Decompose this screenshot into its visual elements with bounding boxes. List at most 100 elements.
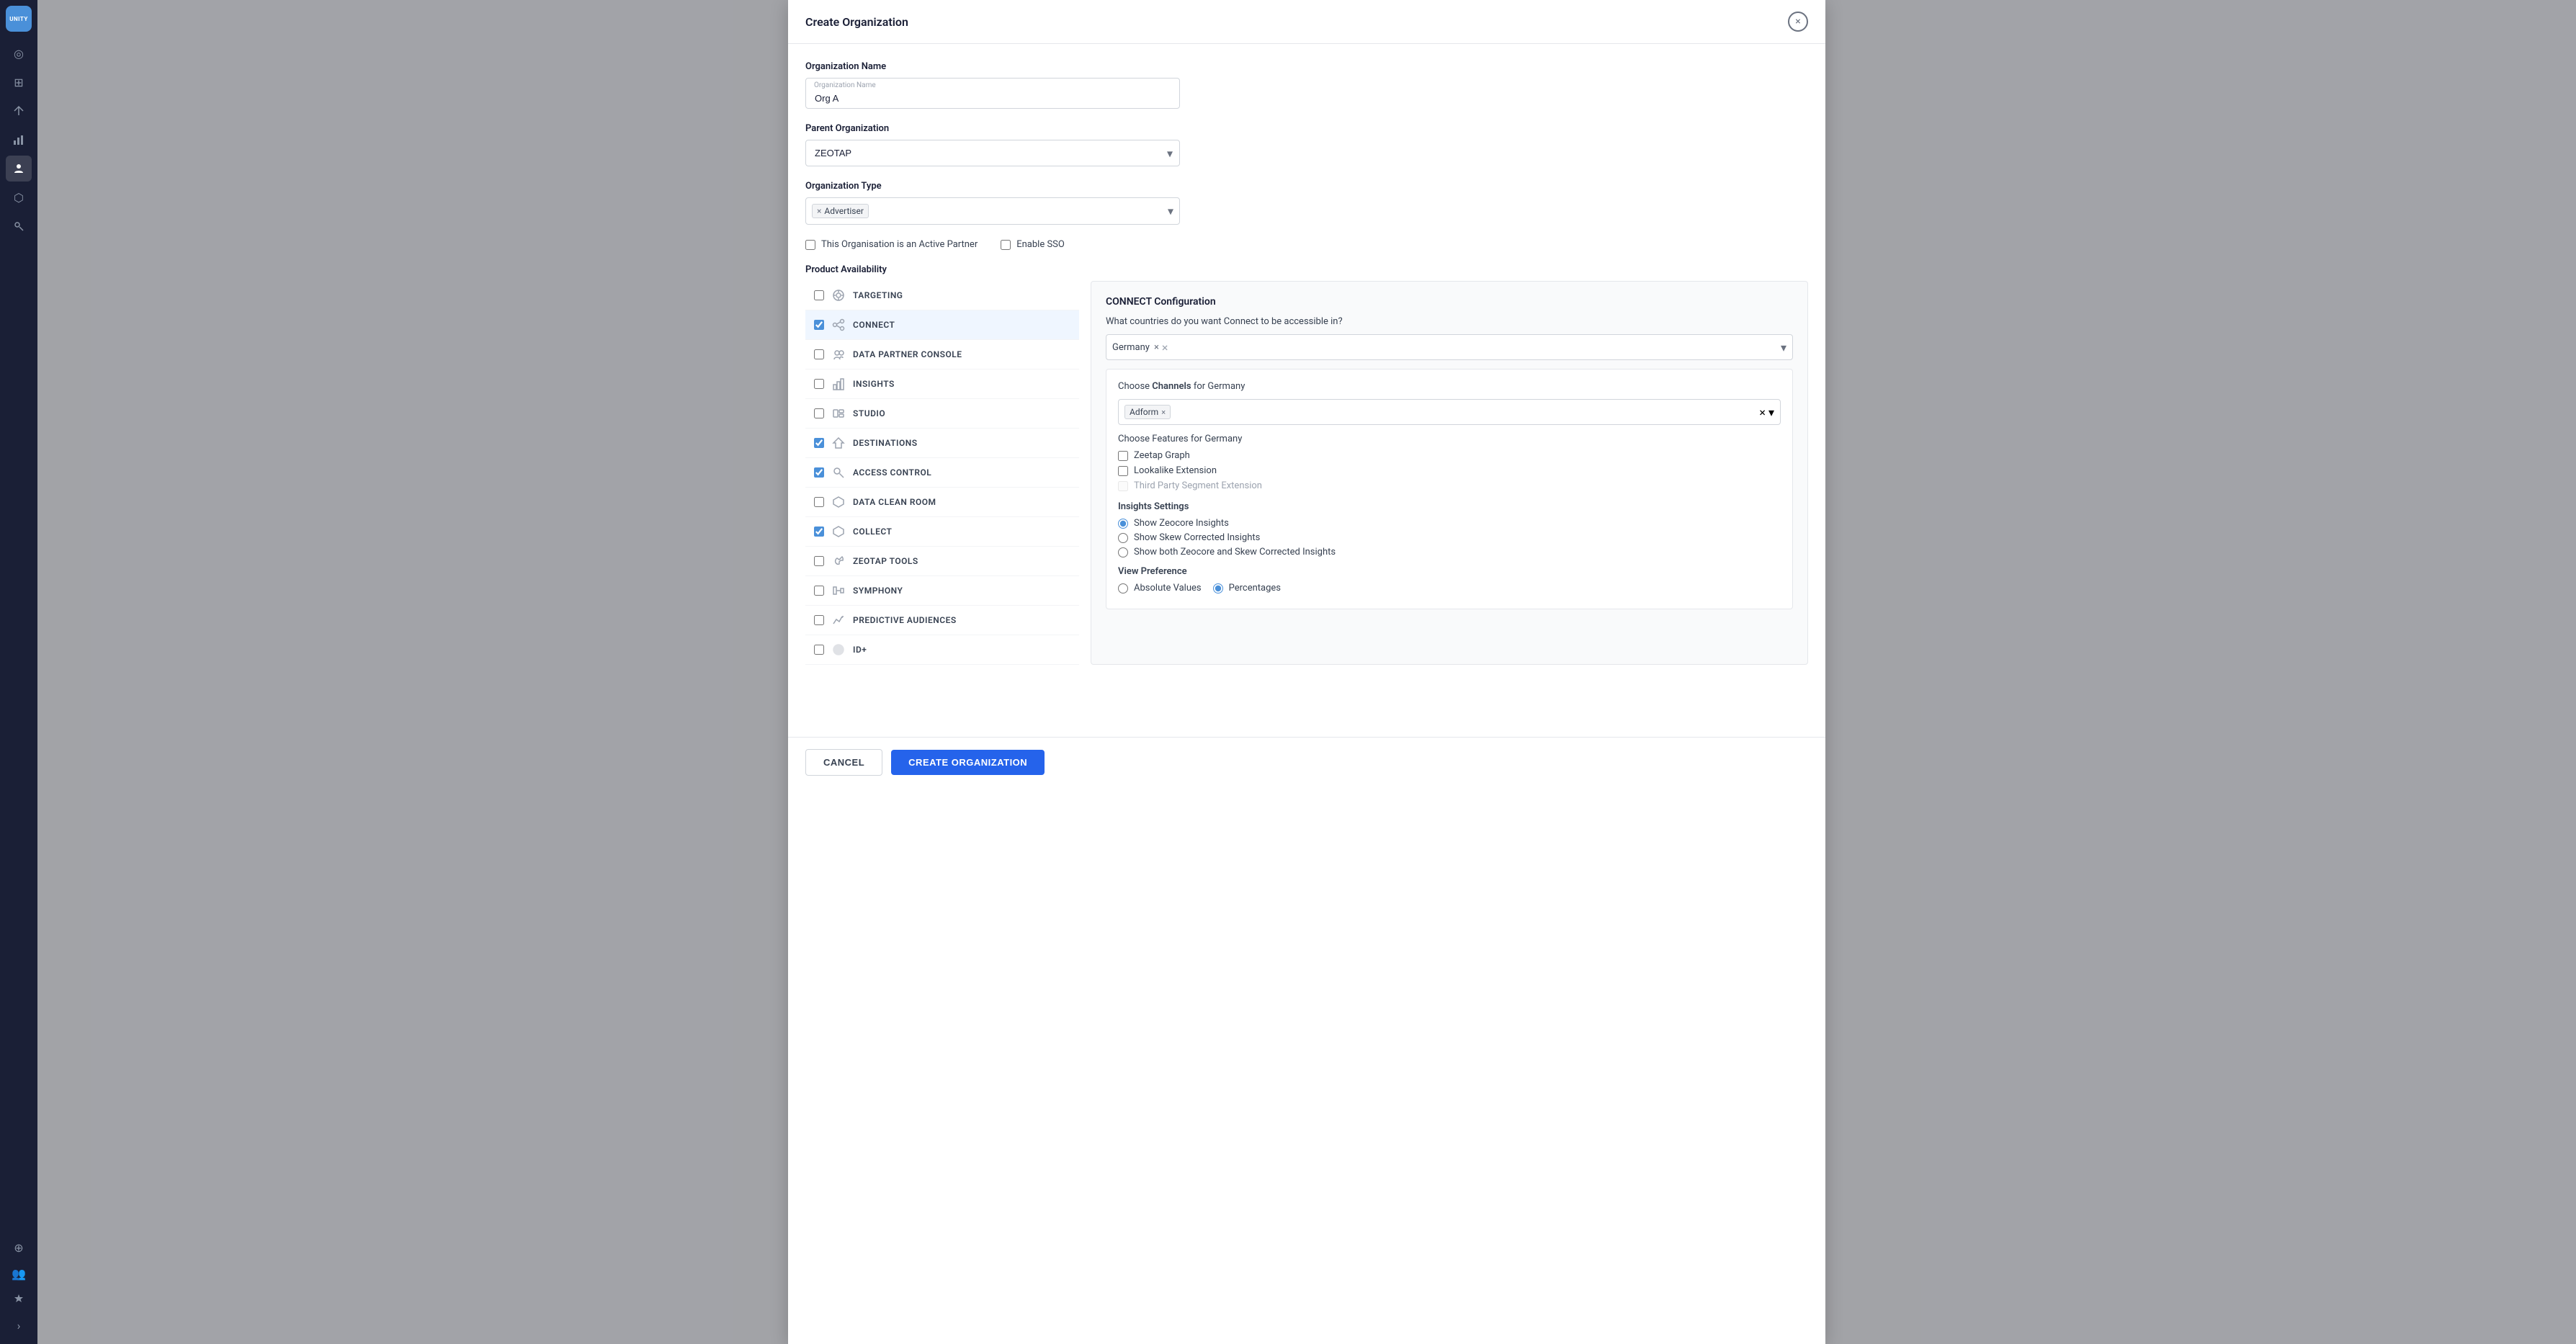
modal-overlay: Create Organization × Organization Name … [37, 0, 2576, 1344]
sidebar-item-grid[interactable]: ⊞ [6, 69, 32, 95]
enable-sso-row: Enable SSO [1001, 239, 1065, 250]
create-org-modal: Create Organization × Organization Name … [788, 0, 1825, 1344]
country-select[interactable]: Germany × × ▾ [1106, 334, 1793, 360]
access-control-label: ACCESS CONTROL [853, 467, 931, 478]
product-item-access-control[interactable]: ACCESS CONTROL [805, 458, 1079, 488]
product-item-connect[interactable]: CONNECT [805, 310, 1079, 340]
product-item-predictive[interactable]: PREDICTIVE AUDIENCES [805, 606, 1079, 635]
connect-product-icon [831, 318, 846, 332]
collect-label: COLLECT [853, 527, 892, 537]
zeotap-graph-checkbox[interactable] [1118, 451, 1128, 461]
zeocore-label[interactable]: Show Zeocore Insights [1134, 518, 1229, 529]
zeotap-tools-checkbox[interactable] [814, 556, 824, 566]
sidebar-item-add[interactable]: ⊕ [6, 1235, 32, 1260]
org-type-tag-x[interactable]: × [817, 206, 821, 216]
features-title: Choose Features for Germany [1118, 434, 1781, 444]
symphony-checkbox[interactable] [814, 586, 824, 596]
options-row: This Organisation is an Active Partner E… [805, 239, 1808, 250]
absolute-values-label[interactable]: Absolute Values [1134, 583, 1202, 593]
close-button[interactable]: × [1788, 12, 1808, 32]
symphony-label: SYMPHONY [853, 586, 903, 596]
product-item-zeotap-tools[interactable]: ZEOTAP TOOLS [805, 547, 1079, 576]
sidebar-item-insights[interactable] [6, 127, 32, 153]
lookalike-checkbox[interactable] [1118, 466, 1128, 476]
parent-org-label: Parent Organization [805, 123, 1808, 134]
sidebar-item-connect[interactable] [6, 98, 32, 124]
feature-lookalike: Lookalike Extension [1118, 465, 1781, 476]
product-item-insights[interactable]: INSIGHTS [805, 369, 1079, 399]
country-select-arrow-icon: ▾ [1781, 341, 1786, 354]
predictive-checkbox[interactable] [814, 615, 824, 625]
percentages-radio[interactable] [1213, 583, 1223, 593]
adform-tag-remove[interactable]: × [1161, 408, 1166, 417]
access-control-checkbox[interactable] [814, 467, 824, 478]
create-org-button[interactable]: CREATE ORGANIZATION [891, 750, 1045, 775]
org-type-chevron-icon: ▾ [1168, 205, 1173, 218]
product-item-dcr[interactable]: DATA CLEAN ROOM [805, 488, 1079, 517]
connect-checkbox[interactable] [814, 320, 824, 330]
product-item-collect[interactable]: COLLECT [805, 517, 1079, 547]
insights-checkbox[interactable] [814, 379, 824, 389]
sidebar-item-home[interactable]: ◎ [6, 40, 32, 66]
product-item-symphony[interactable]: SYMPHONY [805, 576, 1079, 606]
view-pref-title: View Preference [1118, 566, 1781, 577]
product-item-destinations[interactable]: DESTINATIONS [805, 429, 1079, 458]
enable-sso-checkbox[interactable] [1001, 240, 1011, 250]
country-select-clear[interactable]: × [1162, 341, 1168, 354]
product-item-dpc[interactable]: DATA PARTNER CONSOLE [805, 340, 1079, 369]
sidebar-item-users[interactable]: 👥 [6, 1260, 32, 1286]
both-insights-radio[interactable] [1118, 547, 1128, 557]
zeotap-graph-label[interactable]: Zeetap Graph [1134, 450, 1190, 461]
enable-sso-label[interactable]: Enable SSO [1016, 239, 1065, 250]
lookalike-label[interactable]: Lookalike Extension [1134, 465, 1217, 476]
connect-config-title: CONNECT Configuration [1106, 296, 1793, 308]
sidebar: UNITY ◎ ⊞ ⬡ ⊕ 👥 › [0, 0, 37, 1344]
parent-org-select[interactable]: ZEOTAP [805, 140, 1180, 166]
dpc-checkbox[interactable] [814, 349, 824, 359]
channels-title: Choose Channels for Germany [1118, 381, 1781, 392]
active-partner-label[interactable]: This Organisation is an Active Partner [821, 239, 978, 250]
destinations-checkbox[interactable] [814, 438, 824, 448]
product-item-studio[interactable]: STUDIO [805, 399, 1079, 429]
predictive-label: PREDICTIVE AUDIENCES [853, 615, 957, 625]
idplus-checkbox[interactable] [814, 645, 824, 655]
zeotap-tools-label: ZEOTAP TOOLS [853, 556, 918, 566]
dcr-checkbox[interactable] [814, 497, 824, 507]
channel-select[interactable]: Adform × × ▾ [1118, 399, 1781, 425]
skew-corrected-label[interactable]: Show Skew Corrected Insights [1134, 532, 1260, 543]
app-logo[interactable]: UNITY [6, 6, 32, 32]
collect-checkbox[interactable] [814, 527, 824, 537]
channel-select-clear[interactable]: × [1759, 406, 1766, 419]
collect-icon [831, 524, 846, 539]
percentages-label[interactable]: Percentages [1229, 583, 1281, 593]
sidebar-item-expand[interactable]: › [6, 1312, 32, 1338]
zeocore-radio[interactable] [1118, 519, 1128, 529]
insights-radio-both: Show both Zeocore and Skew Corrected Ins… [1118, 547, 1781, 557]
org-name-input-wrapper: Organization Name [805, 78, 1180, 109]
skew-corrected-radio[interactable] [1118, 533, 1128, 543]
identity-icon [13, 220, 24, 232]
active-partner-checkbox[interactable] [805, 240, 815, 250]
sidebar-item-collect[interactable]: ⬡ [6, 184, 32, 210]
sidebar-item-audiences[interactable] [6, 156, 32, 182]
sidebar-item-identity[interactable] [6, 213, 32, 239]
targeting-checkbox[interactable] [814, 290, 824, 300]
both-insights-label[interactable]: Show both Zeocore and Skew Corrected Ins… [1134, 547, 1336, 557]
org-name-float-label: Organization Name [814, 81, 876, 89]
germany-tag-remove[interactable]: × [1154, 342, 1159, 353]
cancel-button[interactable]: CANCEL [805, 749, 882, 776]
connect-question: What countries do you want Connect to be… [1106, 316, 1793, 327]
third-party-checkbox [1118, 481, 1128, 491]
org-type-tag-select[interactable]: × Advertiser ▾ [805, 197, 1180, 225]
parent-org-select-wrapper: ZEOTAP ▾ [805, 140, 1180, 166]
absolute-values-radio[interactable] [1118, 583, 1128, 593]
feature-zeotap-graph: Zeetap Graph [1118, 450, 1781, 461]
product-item-targeting[interactable]: TARGETING [805, 281, 1079, 310]
product-item-idplus[interactable]: ID+ [805, 635, 1079, 665]
third-party-label: Third Party Segment Extension [1134, 480, 1262, 491]
studio-checkbox[interactable] [814, 408, 824, 418]
dcr-icon [831, 495, 846, 509]
sidebar-item-tools[interactable] [6, 1286, 32, 1312]
feature-third-party: Third Party Segment Extension [1118, 480, 1781, 491]
org-type-section: Organization Type × Advertiser ▾ [805, 181, 1808, 225]
